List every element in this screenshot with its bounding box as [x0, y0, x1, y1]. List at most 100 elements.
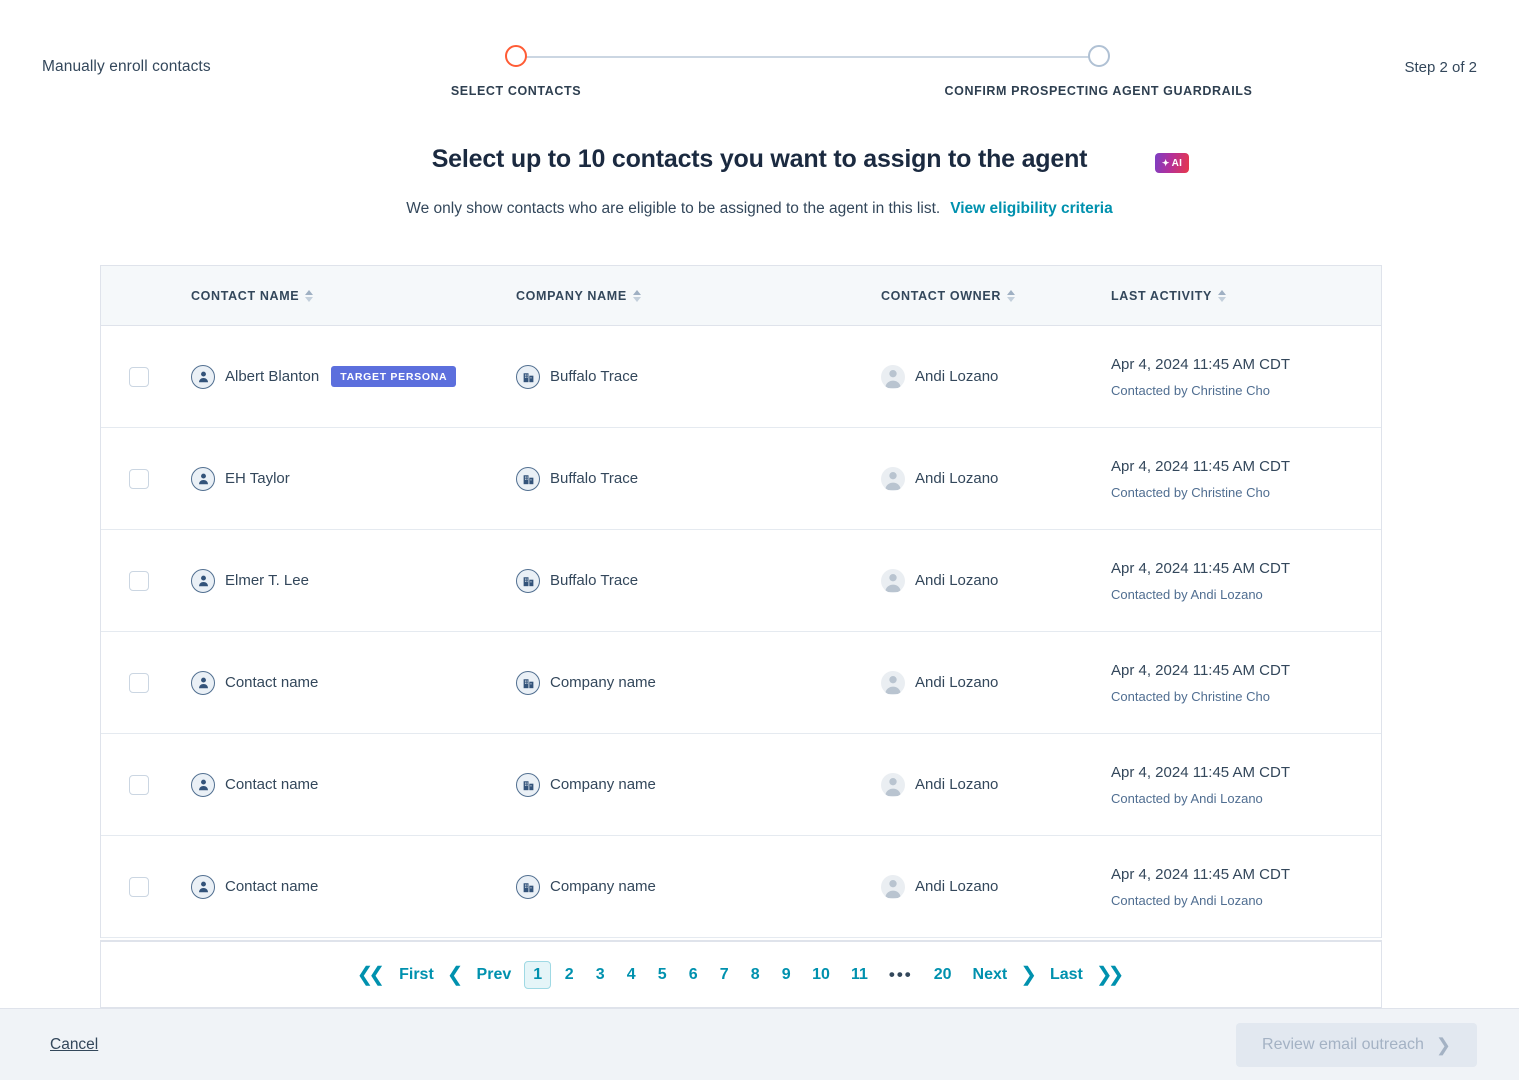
next-page-chevron-icon[interactable]: ❯: [1020, 962, 1037, 987]
row-checkbox[interactable]: [129, 672, 149, 693]
pagination-page-3[interactable]: 3: [587, 964, 613, 986]
row-checkbox-cell: [101, 468, 191, 489]
last-activity-date: Apr 4, 2024 11:45 AM CDT: [1111, 559, 1290, 577]
contact-owner-text: Andi Lozano: [915, 878, 999, 895]
page-subtitle: We only show contacts who are eligible t…: [406, 200, 941, 217]
cell-contact-name: EH Taylor: [191, 466, 516, 491]
pagination-page-20[interactable]: 20: [926, 964, 960, 986]
pagination-prev[interactable]: Prev: [469, 964, 520, 986]
pagination-page-7[interactable]: 7: [711, 964, 737, 986]
pagination-page-1[interactable]: 1: [524, 960, 552, 989]
contact-owner-text: Andi Lozano: [915, 470, 999, 487]
column-header-company-name[interactable]: COMPANY NAME: [516, 289, 881, 303]
cell-last-activity: Apr 4, 2024 11:45 AM CDT Contacted by Chr…: [1111, 356, 1381, 398]
row-checkbox[interactable]: [129, 468, 149, 489]
pagination-page-5[interactable]: 5: [649, 964, 675, 986]
owner-avatar-icon: [881, 568, 905, 593]
cell-last-activity: Apr 4, 2024 11:45 AM CDT Contacted by Chr…: [1111, 662, 1381, 704]
wizard-footer: Cancel Review email outreach ❯: [0, 1008, 1519, 1080]
row-checkbox[interactable]: [129, 876, 149, 897]
company-building-icon: [516, 568, 540, 593]
contact-name-text[interactable]: Contact name: [225, 878, 318, 895]
pagination-page-11[interactable]: 11: [843, 964, 876, 986]
company-name-text[interactable]: Company name: [550, 776, 656, 793]
table-row[interactable]: Contact name Company name Andi Lozano Apr 4…: [101, 836, 1381, 938]
pagination-last[interactable]: Last: [1042, 964, 1091, 986]
target-persona-badge: TARGET PERSONA: [331, 366, 457, 387]
row-checkbox[interactable]: [129, 774, 149, 795]
pagination: ❮❮ First ❮ Prev 1 2 3 4 5 6 7 8 9 10 11 ••• 20 Nex…: [100, 940, 1382, 1008]
table-row[interactable]: Albert Blanton TARGET PERSONA Buffalo Trac…: [101, 326, 1381, 428]
sort-icon[interactable]: [305, 289, 314, 302]
step-select-contacts[interactable]: SELECT CONTACTS: [451, 45, 581, 98]
column-header-contact-name-label: CONTACT NAME: [191, 288, 300, 303]
last-activity-contacted-by: Contacted by Christine Cho: [1111, 484, 1270, 500]
step-label-select-contacts: SELECT CONTACTS: [450, 84, 582, 98]
last-activity-date: Apr 4, 2024 11:45 AM CDT: [1111, 865, 1290, 883]
contact-owner-text: Andi Lozano: [915, 368, 999, 385]
cell-last-activity: Apr 4, 2024 11:45 AM CDT Contacted by And…: [1111, 764, 1381, 806]
contact-name-text[interactable]: Albert Blanton: [225, 368, 319, 385]
cell-contact-name: Elmer T. Lee: [191, 568, 516, 593]
column-header-contact-name[interactable]: CONTACT NAME: [191, 289, 516, 303]
company-name-text[interactable]: Company name: [550, 674, 656, 691]
contact-owner-text: Andi Lozano: [915, 776, 999, 793]
pagination-page-4[interactable]: 4: [618, 964, 644, 986]
first-page-chevrons-icon[interactable]: ❮❮: [357, 962, 387, 987]
table-row[interactable]: EH Taylor Buffalo Trace Andi Lozano Apr 4, …: [101, 428, 1381, 530]
last-page-chevrons-icon[interactable]: ❯❯: [1096, 962, 1126, 987]
ai-badge: ✦ AI: [1155, 153, 1189, 173]
last-activity-date: Apr 4, 2024 11:45 AM CDT: [1111, 355, 1290, 373]
pagination-page-9[interactable]: 9: [773, 964, 799, 986]
contact-name-text[interactable]: EH Taylor: [225, 470, 290, 487]
view-eligibility-criteria-link[interactable]: View eligibility criteria: [950, 200, 1113, 218]
sort-icon[interactable]: [1007, 289, 1016, 302]
company-name-text[interactable]: Buffalo Trace: [550, 368, 638, 385]
sort-icon[interactable]: [632, 289, 641, 302]
table-row[interactable]: Elmer T. Lee Buffalo Trace Andi Lozano Apr …: [101, 530, 1381, 632]
cell-contact-owner: Andi Lozano: [881, 568, 1111, 593]
cell-contact-name: Contact name: [191, 874, 516, 899]
company-building-icon: [516, 772, 540, 797]
row-checkbox-cell: [101, 774, 191, 795]
pagination-first[interactable]: First: [391, 964, 442, 986]
contact-avatar-icon: [191, 670, 215, 695]
last-activity-date: Apr 4, 2024 11:45 AM CDT: [1111, 661, 1290, 679]
table-row[interactable]: Contact name Company name Andi Lozano Apr 4…: [101, 734, 1381, 836]
contact-name-text[interactable]: Contact name: [225, 776, 318, 793]
row-checkbox[interactable]: [129, 570, 149, 591]
step-dot-inactive-icon: [1087, 45, 1110, 67]
prev-page-chevron-icon[interactable]: ❮: [447, 962, 464, 987]
cell-company-name: Buffalo Trace: [516, 466, 881, 491]
review-email-outreach-button[interactable]: Review email outreach ❯: [1236, 1023, 1477, 1067]
step-confirm-guardrails[interactable]: CONFIRM PROSPECTING AGENT GUARDRAILS: [945, 45, 1252, 98]
chevron-right-icon: ❯: [1435, 1034, 1451, 1055]
ai-badge-label: AI: [1171, 157, 1183, 169]
row-checkbox-cell: [101, 672, 191, 693]
column-header-contact-owner[interactable]: CONTACT OWNER: [881, 289, 1111, 303]
wizard-title: Manually enroll contacts: [42, 58, 211, 75]
contact-avatar-icon: [191, 466, 215, 491]
contact-avatar-icon: [191, 772, 215, 797]
contact-name-text[interactable]: Contact name: [225, 674, 318, 691]
table-row[interactable]: Contact name Company name Andi Lozano Apr 4…: [101, 632, 1381, 734]
company-name-text[interactable]: Buffalo Trace: [550, 470, 638, 487]
company-name-text[interactable]: Company name: [550, 878, 656, 895]
company-name-text[interactable]: Buffalo Trace: [550, 572, 638, 589]
cancel-button[interactable]: Cancel: [50, 1036, 98, 1054]
pagination-page-2[interactable]: 2: [556, 964, 582, 986]
pagination-page-8[interactable]: 8: [742, 964, 768, 986]
pagination-page-6[interactable]: 6: [680, 964, 706, 986]
pagination-page-10[interactable]: 10: [804, 964, 838, 986]
contact-name-text[interactable]: Elmer T. Lee: [225, 572, 309, 589]
owner-avatar-icon: [881, 364, 905, 389]
company-building-icon: [516, 670, 540, 695]
cell-contact-owner: Andi Lozano: [881, 670, 1111, 695]
sort-icon[interactable]: [1218, 289, 1227, 302]
sparkle-icon: ✦: [1161, 157, 1170, 168]
cell-company-name: Company name: [516, 772, 881, 797]
wizard-header: Manually enroll contacts SELECT CONTACTS…: [0, 0, 1519, 110]
column-header-last-activity[interactable]: LAST ACTIVITY: [1111, 289, 1381, 303]
pagination-next[interactable]: Next: [965, 964, 1016, 986]
row-checkbox[interactable]: [129, 366, 149, 387]
